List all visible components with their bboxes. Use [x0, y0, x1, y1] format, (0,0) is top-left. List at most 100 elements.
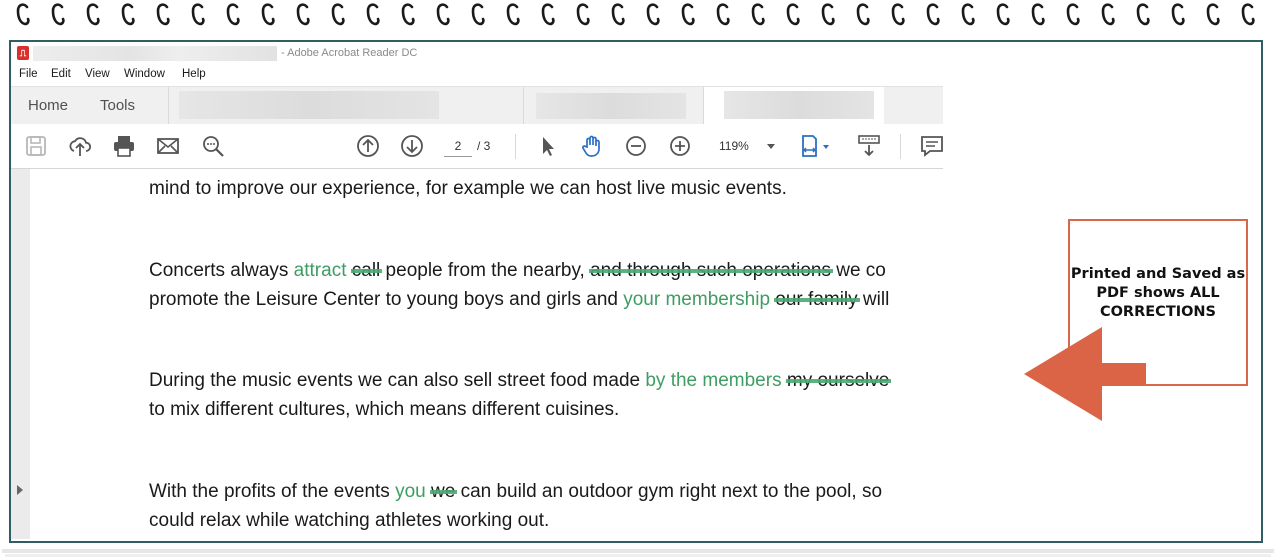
- acrobat-window: ⎍ - Adobe Acrobat Reader DC File Edit Vi…: [11, 42, 943, 539]
- menu-file[interactable]: File: [19, 68, 38, 80]
- body-text: With the profits of the events: [149, 481, 396, 502]
- spiral-ring-icon: [1241, 2, 1255, 26]
- select-cursor-icon[interactable]: [535, 133, 561, 159]
- chevron-down-icon: [767, 144, 775, 149]
- toolbar-divider: [900, 134, 901, 159]
- spiral-ring-icon: [1101, 2, 1115, 26]
- inserted-text: by the members: [645, 370, 782, 391]
- body-text: to mix different cultures, which means d…: [149, 399, 620, 420]
- window-title: - Adobe Acrobat Reader DC: [281, 47, 418, 59]
- title-bar: ⎍ - Adobe Acrobat Reader DC: [11, 42, 943, 64]
- doc-line: could relax while watching athletes work…: [149, 510, 549, 532]
- annotation-line-2: PDF shows ALL: [1096, 285, 1220, 301]
- spiral-ring-icon: [226, 2, 240, 26]
- spiral-ring-icon: [296, 2, 310, 26]
- document-tab-2[interactable]: [523, 87, 704, 124]
- redacted-tab-title: [724, 91, 874, 119]
- toolbar: 2 / 3 119%: [11, 124, 943, 169]
- tab-home[interactable]: Home: [28, 97, 68, 114]
- annotation-line-3: CORRECTIONS: [1099, 304, 1217, 320]
- zoom-value: 119%: [719, 139, 749, 153]
- zoom-in-icon[interactable]: [667, 133, 693, 159]
- menu-view[interactable]: View: [85, 68, 110, 80]
- body-text: can build an outdoor gym right next to t…: [455, 481, 883, 502]
- page-shadow: [2, 549, 1274, 553]
- inserted-text: your membership: [623, 289, 771, 310]
- email-icon[interactable]: [155, 133, 181, 159]
- left-navigation-pane: [11, 169, 30, 539]
- expand-pane-icon[interactable]: [17, 485, 23, 495]
- spiral-ring-icon: [926, 2, 940, 26]
- spiral-ring-icon: [331, 2, 345, 26]
- save-icon[interactable]: [23, 133, 49, 159]
- body-text: mind to improve our experience, for exam…: [149, 178, 787, 199]
- body-text: Concerts always: [149, 260, 294, 281]
- doc-line: promote the Leisure Center to young boys…: [149, 289, 889, 311]
- document-view[interactable]: mind to improve our experience, for exam…: [11, 169, 943, 539]
- spiral-ring-icon: [646, 2, 660, 26]
- spiral-ring-icon: [156, 2, 170, 26]
- doc-line: With the profits of the events you we ca…: [149, 481, 882, 503]
- hand-tool-icon[interactable]: [579, 133, 605, 159]
- spiral-ring-icon: [1031, 2, 1045, 26]
- spiral-ring-icon: [1066, 2, 1080, 26]
- doc-line: During the music events we can also sell…: [149, 370, 889, 392]
- menu-bar: File Edit View Window Help: [11, 65, 943, 85]
- comment-icon[interactable]: [919, 133, 943, 159]
- menu-edit[interactable]: Edit: [51, 68, 71, 80]
- spiral-ring-icon: [716, 2, 730, 26]
- body-text: we co: [830, 260, 886, 281]
- body-text: people from the nearby,: [380, 260, 591, 281]
- notebook-spiral-rings: [0, 0, 1278, 30]
- doc-line: Concerts always attract call people from…: [149, 260, 886, 282]
- deleted-text: my ourselve: [786, 370, 890, 391]
- tab-tools[interactable]: Tools: [100, 97, 135, 114]
- redacted-file-name: [33, 46, 277, 61]
- spiral-ring-icon: [401, 2, 415, 26]
- body-text: will: [857, 289, 890, 310]
- spiral-ring-icon: [821, 2, 835, 26]
- annotation-line-1: Printed and Saved as: [1070, 266, 1246, 282]
- spiral-ring-icon: [541, 2, 555, 26]
- body-text: During the music events we can also sell…: [149, 370, 646, 391]
- zoom-dropdown[interactable]: 119%: [711, 136, 777, 156]
- spiral-ring-icon: [856, 2, 870, 26]
- document-tab-1[interactable]: [168, 87, 439, 124]
- spiral-ring-icon: [366, 2, 380, 26]
- spiral-ring-icon: [576, 2, 590, 26]
- next-page-icon[interactable]: [399, 133, 425, 159]
- previous-page-icon[interactable]: [355, 133, 381, 159]
- menu-window[interactable]: Window: [124, 68, 165, 80]
- menu-help[interactable]: Help: [182, 68, 206, 80]
- body-text: promote the Leisure Center to young boys…: [149, 289, 624, 310]
- deleted-text: and through such operations: [590, 260, 831, 281]
- deleted-text: we: [431, 481, 456, 502]
- page-number-input[interactable]: 2: [444, 136, 472, 157]
- left-arrow-icon: [1024, 327, 1146, 421]
- spiral-ring-icon: [681, 2, 695, 26]
- spiral-ring-icon: [996, 2, 1010, 26]
- search-icon[interactable]: [200, 133, 226, 159]
- inserted-text: attract: [293, 260, 347, 281]
- zoom-out-icon[interactable]: [623, 133, 649, 159]
- deleted-text: our family: [775, 289, 858, 310]
- spiral-ring-icon: [261, 2, 275, 26]
- fit-page-icon[interactable]: [799, 133, 833, 159]
- spiral-ring-icon: [1136, 2, 1150, 26]
- spiral-ring-icon: [121, 2, 135, 26]
- doc-line: to mix different cultures, which means d…: [149, 399, 619, 421]
- scroll-mode-icon[interactable]: [856, 133, 882, 159]
- spiral-ring-icon: [436, 2, 450, 26]
- toolbar-divider: [515, 134, 516, 159]
- spiral-ring-icon: [611, 2, 625, 26]
- spiral-ring-icon: [16, 2, 30, 26]
- page-shadow-lower: [5, 554, 1271, 557]
- redacted-tab-title: [179, 91, 439, 119]
- print-icon[interactable]: [111, 133, 137, 159]
- body-text: could relax while watching athletes work…: [149, 510, 550, 531]
- document-tab-active[interactable]: [703, 87, 884, 125]
- cloud-upload-icon[interactable]: [67, 133, 93, 159]
- deleted-text: call: [351, 260, 381, 281]
- spiral-ring-icon: [1206, 2, 1220, 26]
- spiral-ring-icon: [51, 2, 65, 26]
